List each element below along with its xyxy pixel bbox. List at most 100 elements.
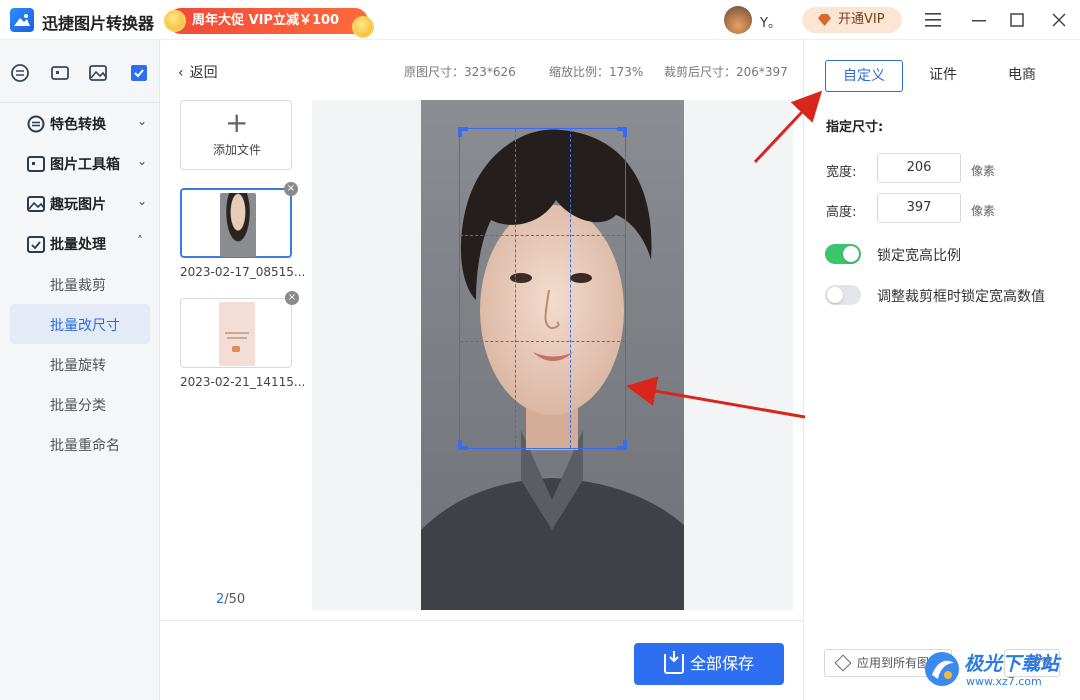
tab-id-photo[interactable]: 证件 [904, 60, 982, 92]
subitem-batch-resize[interactable]: 批量改尺寸 [10, 304, 150, 344]
subitem-label: 批量重命名 [50, 438, 120, 454]
sidebar: 特色转换 ⌄ 图片工具箱 ⌄ 趣玩图片 ⌄ 批量处理 ˄ 批量裁剪 批量改尺寸 … [0, 40, 160, 700]
minimize-icon[interactable] [968, 9, 990, 31]
add-file-label: 添加文件 [212, 143, 261, 157]
toggle-knob [843, 246, 859, 262]
download-icon [664, 651, 684, 674]
crop-handle[interactable] [617, 440, 627, 450]
divider [160, 620, 803, 621]
watermark-url: www.xz7.com [966, 675, 1042, 688]
size-section-title: 指定尺寸: [826, 120, 884, 135]
crop-grid-line [460, 235, 625, 237]
remove-file-icon[interactable]: × [284, 182, 298, 196]
coin-icon [164, 10, 186, 32]
thumbnail-image [219, 302, 255, 366]
tab-ecommerce[interactable]: 电商 [983, 60, 1061, 92]
sidebar-tab-strip [0, 60, 160, 86]
chevron-down-icon: ⌄ [137, 194, 148, 208]
category-label: 趣玩图片 [50, 197, 106, 213]
scale-info: 缩放比例：173% [549, 65, 644, 79]
crop-grid-line [460, 341, 625, 343]
chevron-down-icon: ⌄ [137, 154, 148, 168]
subitem-batch-rotate[interactable]: 批量旋转 [10, 344, 150, 384]
category-image-toolbox[interactable]: 图片工具箱 ⌄ [0, 148, 160, 180]
promo-banner[interactable]: 周年大促 VIP立减￥100 [164, 8, 374, 38]
subitem-batch-classify[interactable]: 批量分类 [10, 384, 150, 424]
user-name[interactable]: Y。 [760, 12, 781, 31]
height-label: 高度: [826, 205, 857, 220]
add-file-button[interactable]: + 添加文件 [180, 100, 292, 170]
back-label: 返回 [189, 65, 218, 81]
avatar[interactable] [724, 6, 752, 34]
app-logo-icon [10, 8, 34, 32]
crop-handle[interactable] [458, 440, 468, 450]
app-title: 迅捷图片转换器 [42, 14, 155, 33]
width-unit: 像素 [971, 164, 996, 178]
lock-values-toggle[interactable] [825, 285, 861, 305]
category-label: 图片工具箱 [50, 157, 120, 173]
original-size-info: 原图尺寸：323*626 [404, 65, 516, 79]
lock-ratio-label: 锁定宽高比例 [877, 248, 961, 264]
settings-panel: 自定义 证件 电商 指定尺寸: 宽度: 206 像素 高度: 397 像素 锁定… [803, 40, 1080, 700]
diamond-icon [818, 14, 831, 26]
file-thumbnail[interactable]: × [180, 291, 299, 368]
back-button[interactable]: ‹ 返回 [178, 62, 218, 82]
crop-frame[interactable] [458, 127, 627, 450]
tab-custom[interactable]: 自定义 [825, 60, 903, 92]
category-fun-images[interactable]: 趣玩图片 ⌄ [0, 188, 160, 220]
crop-grid-line [569, 129, 571, 448]
subitem-label: 批量分类 [50, 398, 106, 414]
cube-icon [834, 654, 852, 672]
coin-icon [352, 16, 374, 38]
promo-text: 周年大促 VIP立减￥100 [192, 13, 340, 28]
file-name: 2023-02-21_14115... [180, 375, 306, 389]
file-name: 2023-02-17_08515... [180, 265, 306, 279]
convert-icon[interactable] [10, 63, 30, 83]
subitem-batch-rename[interactable]: 批量重命名 [10, 424, 150, 464]
chevron-up-icon: ˄ [137, 234, 143, 248]
watermark: 极光下载站 www.xz7.com [922, 645, 1072, 695]
chevron-left-icon: ‹ [178, 65, 184, 81]
subitem-batch-crop[interactable]: 批量裁剪 [10, 264, 150, 304]
chevron-down-icon: ⌄ [137, 114, 148, 128]
subitem-label: 批量裁剪 [50, 278, 106, 294]
title-bar: 迅捷图片转换器 周年大促 VIP立减￥100 Y。 开通VIP [0, 0, 1080, 40]
close-icon[interactable] [1048, 9, 1070, 31]
save-all-button[interactable]: 全部保存 [634, 643, 784, 685]
hamburger-icon[interactable] [922, 9, 944, 31]
category-label: 特色转换 [50, 117, 106, 133]
file-list: ‹ 返回 + 添加文件 × 2023-02-17_08515... × 2023-… [160, 40, 310, 620]
thumbnail-image [220, 193, 256, 257]
crop-grid-line [514, 129, 516, 448]
open-vip-label: 开通VIP [838, 12, 885, 27]
save-all-label: 全部保存 [690, 654, 755, 673]
divider [0, 102, 160, 103]
plus-icon: + [225, 106, 249, 139]
toolbox-icon[interactable] [50, 63, 70, 83]
crop-handle[interactable] [458, 127, 468, 137]
toggle-knob [827, 287, 843, 303]
lock-ratio-toggle[interactable] [825, 244, 861, 264]
subitem-label: 批量旋转 [50, 358, 106, 374]
lock-values-label: 调整裁剪框时锁定宽高数值 [877, 289, 1045, 305]
page-indicator: 2/50 [216, 592, 245, 607]
total-pages: /50 [224, 592, 246, 607]
category-special-convert[interactable]: 特色转换 ⌄ [0, 108, 160, 140]
crop-handle[interactable] [617, 127, 627, 137]
category-label: 批量处理 [50, 237, 106, 253]
cropped-size-info: 裁剪后尺寸：206*397 [664, 65, 788, 79]
maximize-icon[interactable] [1006, 9, 1028, 31]
remove-file-icon[interactable]: × [285, 291, 299, 305]
watermark-logo-icon [925, 652, 959, 686]
width-label: 宽度: [826, 165, 857, 180]
category-batch-processing[interactable]: 批量处理 ˄ [0, 228, 160, 260]
height-input[interactable]: 397 [877, 193, 961, 223]
height-unit: 像素 [971, 204, 996, 218]
file-thumbnail[interactable]: × [180, 182, 298, 258]
watermark-site: 极光下载站 [964, 653, 1060, 675]
open-vip-button[interactable]: 开通VIP [802, 7, 902, 33]
subitem-label: 批量改尺寸 [50, 318, 120, 334]
image-icon[interactable] [88, 63, 108, 83]
width-input[interactable]: 206 [877, 153, 961, 183]
batch-icon[interactable] [129, 63, 149, 83]
